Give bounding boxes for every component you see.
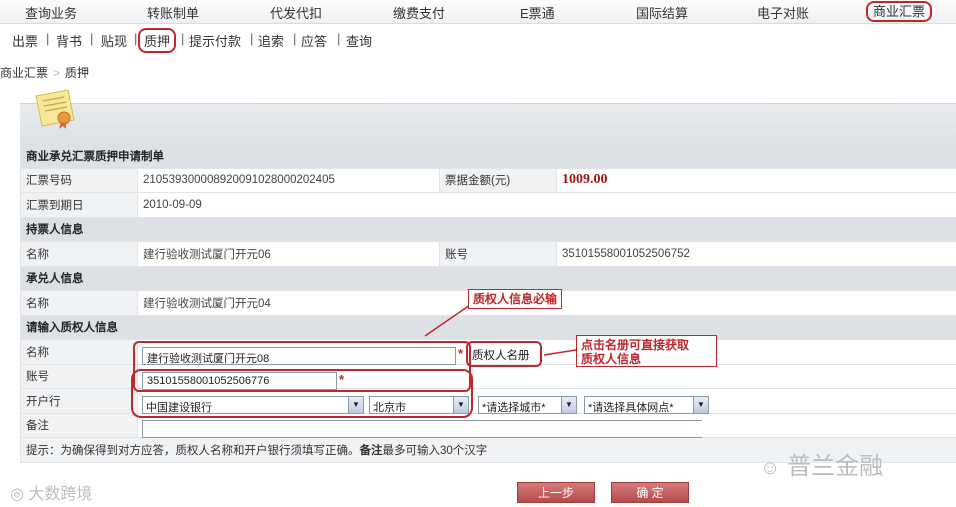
hint-suffix: 最多可输入30个汉字 [382, 444, 488, 457]
holder-section-header: 持票人信息 [20, 216, 956, 242]
sub-nav-issue[interactable]: 出票 [12, 31, 38, 50]
top-nav-transfer[interactable]: 转账制单 [147, 3, 199, 22]
weibo-icon: ◎ [10, 486, 24, 503]
separator: | [337, 31, 341, 46]
sub-nav-pledge[interactable]: 质押 [138, 28, 177, 53]
holder-name-value: 建行验收测试厦门开元06 [137, 241, 440, 267]
remark-label: 备注 [20, 412, 138, 438]
callout-line-2: 质权人信息 [581, 352, 642, 366]
bill-no-value: 210539300008920091028000202405 [137, 167, 440, 193]
holder-account-value: 35101558001052506752 [556, 241, 956, 267]
sub-nav-recourse[interactable]: 追索 [258, 31, 284, 50]
annotation-box-register [466, 341, 542, 367]
top-nav: 查询业务 转账制单 代发代扣 缴费支付 E票通 国际结算 电子对账 商业汇票 [0, 0, 956, 24]
annotation-box-account-bank [131, 369, 473, 418]
remark-input[interactable] [142, 420, 702, 438]
due-date-label: 汇票到期日 [20, 192, 138, 218]
breadcrumb: 商业汇票 > 质押 [0, 64, 89, 81]
form-banner [20, 103, 956, 143]
pledgee-section-header: 请输入质权人信息 [20, 314, 956, 340]
watermark-right-text: 普兰金融 [787, 453, 884, 480]
confirm-button[interactable]: 确 定 [611, 482, 689, 503]
top-nav-reconciliation[interactable]: 电子对账 [757, 3, 809, 22]
top-nav-query[interactable]: 查询业务 [25, 3, 77, 22]
certificate-icon [35, 89, 75, 129]
wechat-icon: ☺ [760, 457, 781, 479]
separator: | [46, 31, 50, 46]
amount-label: 票据金额(元) [439, 167, 557, 193]
chevron-right-icon: > [53, 66, 61, 80]
top-nav-intl-settlement[interactable]: 国际结算 [636, 3, 688, 22]
top-nav-e-ticket[interactable]: E票通 [520, 3, 555, 22]
branch-select[interactable]: *请选择具体网点* ▼ [584, 396, 709, 414]
callout-pledgee-required: 质权人信息必输 [468, 289, 563, 309]
separator: | [181, 31, 185, 46]
chevron-down-icon: ▼ [561, 397, 576, 413]
hint-prefix: 提示：为确保得到对方应答，质权人名称和开户银行须填写正确。 [26, 444, 360, 457]
separator: | [90, 31, 94, 46]
sub-nav-respond[interactable]: 应答 [301, 31, 327, 50]
top-nav-commercial-bill[interactable]: 商业汇票 [866, 1, 933, 22]
callout-line-1: 点击名册可直接获取 [581, 338, 690, 352]
sub-nav-endorse[interactable]: 背书 [56, 31, 82, 50]
bill-no-label: 汇票号码 [20, 167, 138, 193]
watermark-left: ◎ 大数跨境 [10, 480, 92, 504]
pledgee-account-label: 账号 [20, 363, 138, 389]
breadcrumb-current: 质押 [65, 66, 90, 80]
breadcrumb-root[interactable]: 商业汇票 [0, 66, 48, 80]
acceptor-section-header: 承兑人信息 [20, 265, 956, 291]
top-nav-payment[interactable]: 缴费支付 [393, 3, 445, 22]
separator: | [293, 31, 297, 46]
separator: | [134, 31, 138, 46]
due-date-value: 2010-09-09 [137, 192, 956, 218]
amount-value: 1009.00 [562, 172, 608, 188]
hint-remark-bold: 备注 [359, 444, 383, 457]
sub-nav-discount[interactable]: 贴现 [101, 31, 127, 50]
sub-nav: 出票 | 背书 | 贴现 | 质押 | 提示付款 | 追索 | 应答 | 查询 [0, 26, 956, 53]
sub-nav-present-payment[interactable]: 提示付款 [189, 31, 241, 50]
watermark-left-text: 大数跨境 [28, 486, 93, 503]
holder-account-label: 账号 [439, 241, 557, 267]
acceptor-name-label: 名称 [20, 290, 138, 316]
separator: | [250, 31, 254, 46]
pledgee-name-label: 名称 [20, 339, 138, 365]
branch-select-value: *请选择具体网点* [588, 402, 674, 414]
holder-name-label: 名称 [20, 241, 138, 267]
form-title: 商业承兑汇票质押申请制单 [20, 143, 956, 169]
bank-label: 开户行 [20, 388, 138, 414]
callout-click-register: 点击名册可直接获取 质权人信息 [576, 335, 717, 367]
sub-nav-query[interactable]: 查询 [346, 31, 372, 50]
prev-step-button[interactable]: 上一步 [517, 482, 595, 503]
watermark-right: ☺ 普兰金融 [760, 446, 883, 481]
chevron-down-icon: ▼ [693, 397, 708, 413]
top-nav-payroll[interactable]: 代发代扣 [270, 3, 322, 22]
city-select-value: *请选择城市* [482, 402, 546, 414]
city-select[interactable]: *请选择城市* ▼ [478, 396, 577, 414]
